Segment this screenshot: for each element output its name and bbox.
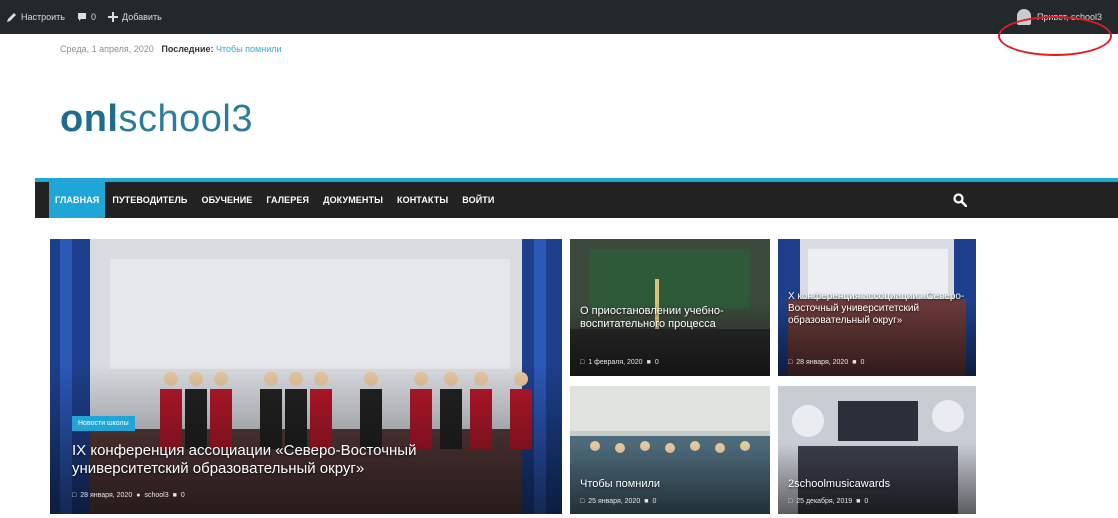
comment-icon xyxy=(77,13,86,21)
nav-item-guide[interactable]: ПУТЕВОДИТЕЛЬ xyxy=(105,182,194,218)
comment-icon: ■ xyxy=(856,498,861,505)
logo-bold: onl xyxy=(60,98,119,140)
current-date: Среда, 1 апреля, 2020 xyxy=(60,44,154,54)
post-tile[interactable]: 2schoolmusicawards □ 25 декабря, 2019 ■ … xyxy=(778,386,976,514)
post-tile[interactable]: Чтобы помнили □ 25 января, 2020 ■ 0 xyxy=(570,386,770,514)
post-comments: 0 xyxy=(860,359,865,366)
customize-button[interactable]: Настроить xyxy=(6,12,65,23)
post-date: 25 января, 2020 xyxy=(588,498,641,505)
top-info: Среда, 1 апреля, 2020 Последние: Чтобы п… xyxy=(60,44,282,54)
post-title[interactable]: Чтобы помнили xyxy=(580,478,765,491)
plus-icon xyxy=(108,12,118,22)
nav-item-education[interactable]: ОБУЧЕНИЕ xyxy=(194,182,259,218)
latest-link[interactable]: Чтобы помнили xyxy=(216,44,282,54)
main-nav: ГЛАВНАЯ ПУТЕВОДИТЕЛЬ ОБУЧЕНИЕ ГАЛЕРЕЯ ДО… xyxy=(35,178,1118,218)
calendar-icon: □ xyxy=(580,359,585,366)
pencil-icon xyxy=(7,12,16,22)
calendar-icon: □ xyxy=(788,359,793,366)
post-comments: 0 xyxy=(654,359,659,366)
nav-items: ГЛАВНАЯ ПУТЕВОДИТЕЛЬ ОБУЧЕНИЕ ГАЛЕРЕЯ ДО… xyxy=(49,182,501,218)
calendar-icon: □ xyxy=(580,498,585,505)
highlight-oval xyxy=(998,16,1112,56)
post-tile[interactable]: Х конференция ассоциации «Северо-Восточн… xyxy=(778,239,976,376)
nav-item-home[interactable]: ГЛАВНАЯ xyxy=(49,182,106,218)
nav-item-gallery[interactable]: ГАЛЕРЕЯ xyxy=(259,182,316,218)
featured-post[interactable] xyxy=(50,239,562,514)
post-meta: □ 28 января, 2020 ■ 0 xyxy=(788,359,864,366)
nav-item-contacts[interactable]: КОНТАКТЫ xyxy=(390,182,455,218)
post-title[interactable]: О приостановлении учебно-воспитательного… xyxy=(580,305,765,331)
featured-shade xyxy=(50,362,562,514)
nav-item-login[interactable]: ВОЙТИ xyxy=(455,182,501,218)
post-title[interactable]: 2schoolmusicawards xyxy=(788,478,973,491)
post-date: 28 января, 2020 xyxy=(796,359,849,366)
site-logo[interactable]: onlschool3 xyxy=(60,98,253,141)
post-comments: 0 xyxy=(652,498,657,505)
post-date: 25 декабря, 2019 xyxy=(796,498,853,505)
category-badge[interactable]: Новости школы xyxy=(72,416,135,431)
comment-icon: ■ xyxy=(646,359,651,366)
add-new-label: Добавить xyxy=(122,12,162,22)
comments-count: 0 xyxy=(90,12,96,22)
post-comments: 0 xyxy=(864,498,869,505)
search-icon[interactable] xyxy=(953,193,967,207)
post-meta: □ 25 декабря, 2019 ■ 0 xyxy=(788,498,868,505)
logo-rest: school3 xyxy=(118,98,253,140)
comment-icon: ■ xyxy=(852,359,857,366)
calendar-icon: □ xyxy=(788,498,793,505)
add-new-button[interactable]: Добавить xyxy=(108,12,162,22)
nav-item-documents[interactable]: ДОКУМЕНТЫ xyxy=(316,182,390,218)
post-meta: □ 1 февраля, 2020 ■ 0 xyxy=(580,359,659,366)
latest-label: Последние: xyxy=(161,44,214,54)
post-title[interactable]: Х конференция ассоциации «Северо-Восточн… xyxy=(788,291,973,327)
post-meta: □ 25 января, 2020 ■ 0 xyxy=(580,498,656,505)
comment-icon: ■ xyxy=(644,498,649,505)
post-date: 1 февраля, 2020 xyxy=(588,359,643,366)
comments-button[interactable]: 0 xyxy=(77,12,96,22)
admin-bar-left: Настроить 0 Добавить xyxy=(6,0,162,34)
customize-label: Настроить xyxy=(21,12,65,22)
post-tile[interactable]: О приостановлении учебно-воспитательного… xyxy=(570,239,770,376)
admin-bar: Настроить 0 Добавить Привет, school3 xyxy=(0,0,1118,34)
